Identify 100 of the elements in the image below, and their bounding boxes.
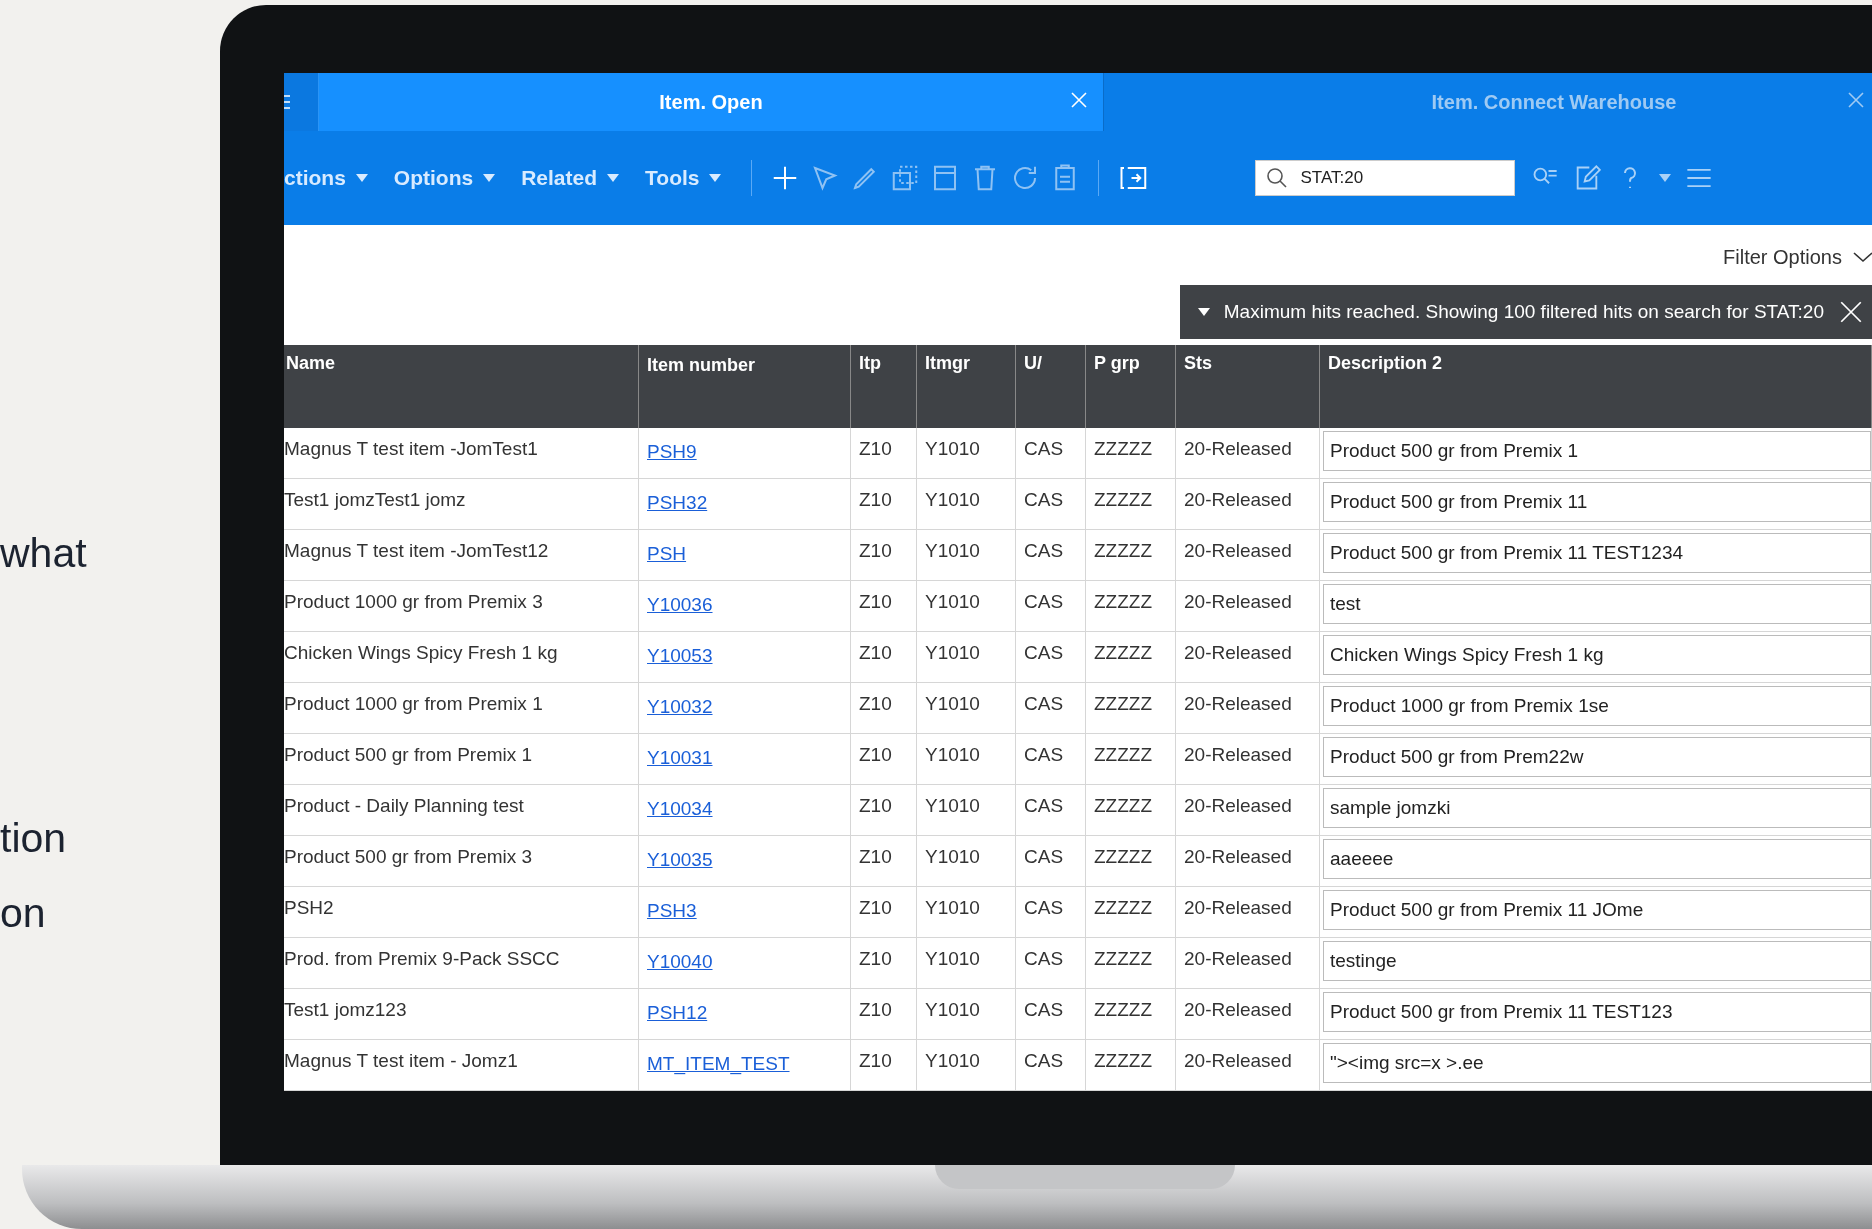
table-cell: 20-Released xyxy=(1176,989,1320,1039)
table-cell: Product 500 gr from Premix 3 xyxy=(284,836,639,886)
description-field[interactable]: sample jomzki xyxy=(1323,788,1871,828)
table-cell: Y1010 xyxy=(917,734,1016,784)
table-cell: ZZZZZ xyxy=(1086,683,1176,733)
table-cell: ZZZZZ xyxy=(1086,989,1176,1039)
table-cell: Z10 xyxy=(851,989,917,1039)
table-cell: Prod. from Premix 9-Pack SSCC xyxy=(284,938,639,988)
item-link[interactable]: Y10035 xyxy=(647,849,713,871)
table-cell: ZZZZZ xyxy=(1086,887,1176,937)
column-header[interactable]: Name xyxy=(284,345,639,428)
table-cell: CAS xyxy=(1016,632,1086,682)
table-cell: Y1010 xyxy=(917,785,1016,835)
table-cell: Z10 xyxy=(851,887,917,937)
description-field[interactable]: Product 1000 gr from Premix 1se xyxy=(1323,686,1871,726)
table-cell: Y1010 xyxy=(917,581,1016,631)
description-field[interactable]: Product 500 gr from Premix 11 TEST1234 xyxy=(1323,533,1871,573)
table-cell: Z10 xyxy=(851,632,917,682)
table-cell: Y1010 xyxy=(917,836,1016,886)
table-cell: Z10 xyxy=(851,938,917,988)
table-cell: ZZZZZ xyxy=(1086,632,1176,682)
description-field[interactable]: Product 500 gr from Premix 11 JOme xyxy=(1323,890,1871,930)
column-header[interactable]: Itmgr xyxy=(917,345,1016,428)
table-cell: ZZZZZ xyxy=(1086,1040,1176,1090)
column-header[interactable]: Itp xyxy=(851,345,917,428)
table-cell: Y1010 xyxy=(917,683,1016,733)
table-cell: Z10 xyxy=(851,581,917,631)
table-cell: Magnus T test item -JomTest1 xyxy=(284,428,639,478)
item-link[interactable]: Y10034 xyxy=(647,798,713,820)
table-cell: 20-Released xyxy=(1176,1040,1320,1090)
table-cell: Z10 xyxy=(851,1040,917,1090)
table-cell: Magnus T test item -JomTest12 xyxy=(284,530,639,580)
item-link[interactable]: MT_ITEM_TEST xyxy=(647,1053,790,1075)
table-cell: ZZZZZ xyxy=(1086,530,1176,580)
table-cell: Z10 xyxy=(851,683,917,733)
column-header[interactable]: Item number xyxy=(639,345,851,428)
table-cell: Z10 xyxy=(851,785,917,835)
item-link[interactable]: Y10032 xyxy=(647,696,713,718)
description-field[interactable]: aaeeee xyxy=(1323,839,1871,879)
table-cell: Magnus T test item - Jomz1 xyxy=(284,1040,639,1090)
table-cell: Y1010 xyxy=(917,632,1016,682)
description-field[interactable]: Chicken Wings Spicy Fresh 1 kg xyxy=(1323,635,1871,675)
description-field[interactable]: Product 500 gr from Premix 11 TEST123 xyxy=(1323,992,1871,1032)
table-cell: CAS xyxy=(1016,836,1086,886)
item-link[interactable]: PSH xyxy=(647,543,687,565)
item-link[interactable]: PSH3 xyxy=(647,900,697,922)
table-cell: Y1010 xyxy=(917,989,1016,1039)
table-cell: Y1010 xyxy=(917,428,1016,478)
close-icon[interactable] xyxy=(1838,299,1864,325)
table-cell: 20-Released xyxy=(1176,887,1320,937)
table-cell: CAS xyxy=(1016,683,1086,733)
table-cell: Y1010 xyxy=(917,887,1016,937)
item-link[interactable]: Y10040 xyxy=(647,951,713,973)
item-link[interactable]: Y10053 xyxy=(647,645,713,667)
table-cell: ZZZZZ xyxy=(1086,938,1176,988)
table-cell: CAS xyxy=(1016,581,1086,631)
filter-options-button[interactable]: Filter Options xyxy=(1723,245,1872,269)
description-field[interactable]: test xyxy=(1323,584,1871,624)
table-cell: ZZZZZ xyxy=(1086,479,1176,529)
table-cell: CAS xyxy=(1016,785,1086,835)
table-cell: Z10 xyxy=(851,836,917,886)
table-cell: ZZZZZ xyxy=(1086,428,1176,478)
item-link[interactable]: PSH32 xyxy=(647,492,708,514)
table-cell: Test1 jomzTest1 jomz xyxy=(284,479,639,529)
column-header[interactable]: U/ xyxy=(1016,345,1086,428)
table-cell: 20-Released xyxy=(1176,530,1320,580)
table-cell: CAS xyxy=(1016,1040,1086,1090)
table-cell: 20-Released xyxy=(1176,938,1320,988)
table-cell: ZZZZZ xyxy=(1086,581,1176,631)
table-cell: ZZZZZ xyxy=(1086,836,1176,886)
table-cell: ZZZZZ xyxy=(1086,785,1176,835)
description-field[interactable]: "><img src=x >.ee xyxy=(1323,1043,1871,1083)
item-link[interactable]: Y10031 xyxy=(647,747,713,769)
table-cell: 20-Released xyxy=(1176,734,1320,784)
description-field[interactable]: Product 500 gr from Premix 1 xyxy=(1323,431,1871,471)
column-header[interactable]: Description 2 xyxy=(1320,345,1872,428)
table-cell: CAS xyxy=(1016,428,1086,478)
table-cell: CAS xyxy=(1016,989,1086,1039)
table-cell: Chicken Wings Spicy Fresh 1 kg xyxy=(284,632,639,682)
search-field[interactable]: STAT:20 xyxy=(1255,160,1516,196)
column-header[interactable]: Sts xyxy=(1176,345,1320,428)
table-cell: CAS xyxy=(1016,938,1086,988)
table-cell: Y1010 xyxy=(917,479,1016,529)
table-cell: Z10 xyxy=(851,428,917,478)
description-field[interactable]: testinge xyxy=(1323,941,1871,981)
description-field[interactable]: Product 500 gr from Prem22w xyxy=(1323,737,1871,777)
table-cell: 20-Released xyxy=(1176,479,1320,529)
table-cell: Z10 xyxy=(851,479,917,529)
table-cell: CAS xyxy=(1016,530,1086,580)
description-field[interactable]: Product 500 gr from Premix 11 xyxy=(1323,482,1871,522)
item-link[interactable]: PSH9 xyxy=(647,441,697,463)
cursor-icon[interactable] xyxy=(810,163,841,193)
item-link[interactable]: PSH12 xyxy=(647,1002,708,1024)
table-cell: Y1010 xyxy=(917,530,1016,580)
table-cell: Z10 xyxy=(851,530,917,580)
table-cell: CAS xyxy=(1016,479,1086,529)
table-cell: Product 500 gr from Premix 1 xyxy=(284,734,639,784)
item-link[interactable]: Y10036 xyxy=(647,594,713,616)
column-header[interactable]: P grp xyxy=(1086,345,1176,428)
table-cell: 20-Released xyxy=(1176,581,1320,631)
